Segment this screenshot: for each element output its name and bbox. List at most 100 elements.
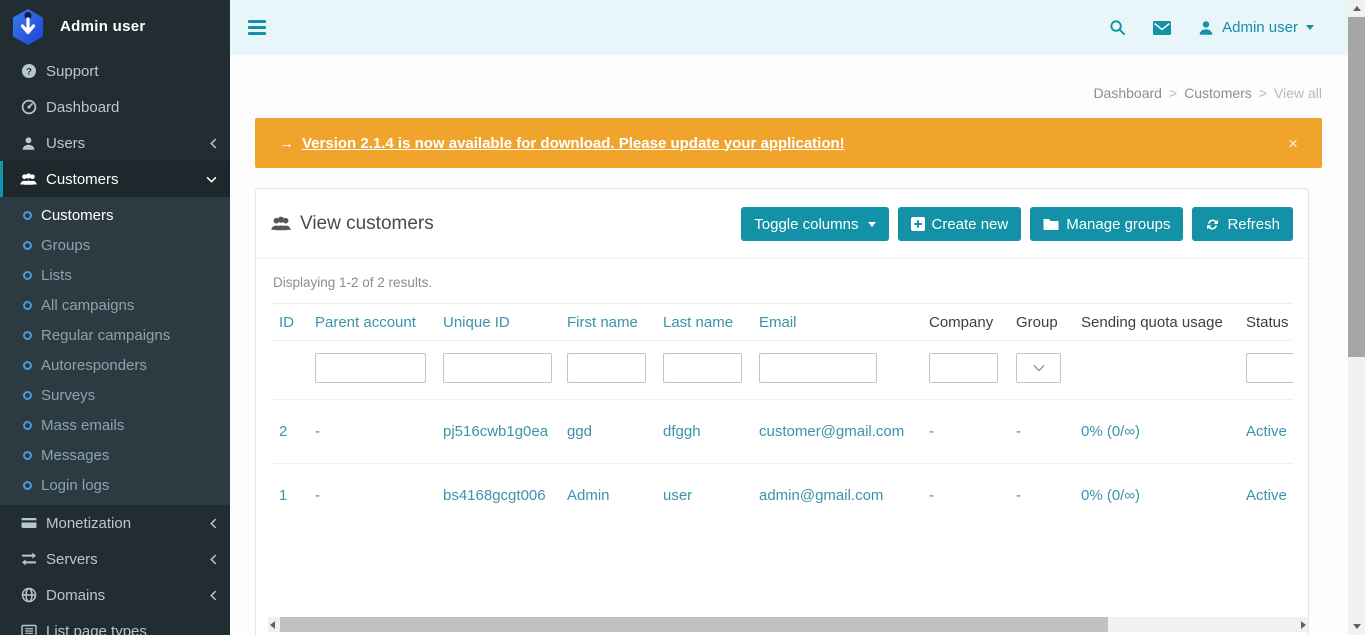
- page-title: View customers: [271, 213, 434, 235]
- customers-table: ID Parent account Unique ID First name L…: [271, 304, 1293, 527]
- circle-icon: [23, 361, 32, 370]
- horizontal-scrollbar-thumb[interactable]: [280, 617, 1108, 632]
- refresh-button[interactable]: Refresh: [1192, 207, 1293, 241]
- email-filter-input[interactable]: [759, 353, 877, 383]
- column-header-status: Status: [1238, 304, 1293, 341]
- panel-header: View customers Toggle columns Create new: [256, 189, 1308, 259]
- column-header-first-name[interactable]: First name: [559, 304, 655, 341]
- cell-last-name[interactable]: user: [655, 464, 751, 528]
- sidebar-subitem-login-logs[interactable]: Login logs: [0, 470, 230, 500]
- chevron-down-icon: [1033, 364, 1045, 372]
- cell-status[interactable]: Active: [1238, 400, 1293, 464]
- sidebar-item-list-page-types[interactable]: List page types: [0, 613, 230, 635]
- status-filter-input[interactable]: [1246, 353, 1293, 383]
- cell-company: -: [921, 400, 1008, 464]
- sidebar-item-servers[interactable]: Servers: [0, 541, 230, 577]
- messages-envelope-icon[interactable]: [1153, 21, 1171, 35]
- circle-icon: [23, 391, 32, 400]
- company-filter-input[interactable]: [929, 353, 998, 383]
- scroll-up-arrow-icon[interactable]: [1353, 6, 1361, 11]
- cell-unique-id[interactable]: bs4168gcgt006: [435, 464, 559, 528]
- panel-toolbar: Toggle columns Create new Manage groups: [741, 207, 1293, 241]
- users-group-icon: [271, 215, 291, 233]
- scroll-right-arrow-icon[interactable]: [1301, 621, 1306, 629]
- first-name-filter-input[interactable]: [567, 353, 646, 383]
- vertical-scrollbar[interactable]: [1348, 0, 1365, 635]
- sidebar-subitem-mass-emails[interactable]: Mass emails: [0, 410, 230, 440]
- breadcrumb-dashboard[interactable]: Dashboard: [1093, 85, 1162, 101]
- column-header-email[interactable]: Email: [751, 304, 921, 341]
- cell-first-name[interactable]: ggd: [559, 400, 655, 464]
- scroll-left-arrow-icon[interactable]: [270, 621, 275, 629]
- chevron-left-icon: [210, 590, 217, 601]
- chevron-left-icon: [210, 554, 217, 565]
- sidebar-item-users[interactable]: Users: [0, 125, 230, 161]
- last-name-filter-input[interactable]: [663, 353, 742, 383]
- column-header-id[interactable]: ID: [271, 304, 307, 341]
- cell-status[interactable]: Active: [1238, 464, 1293, 528]
- unique-id-filter-input[interactable]: [443, 353, 552, 383]
- update-alert-link[interactable]: Version 2.1.4 is now available for downl…: [302, 135, 845, 152]
- cell-unique-id[interactable]: pj516cwb1g0ea: [435, 400, 559, 464]
- main-content: Dashboard > Customers > View all → Versi…: [230, 55, 1348, 635]
- panel-body: Displaying 1-2 of 2 results. ID Parent a…: [256, 275, 1308, 527]
- cell-id[interactable]: 2: [271, 400, 307, 464]
- group-filter-select[interactable]: [1016, 353, 1061, 383]
- horizontal-scrollbar[interactable]: [268, 617, 1308, 632]
- manage-groups-button[interactable]: Manage groups: [1030, 207, 1183, 241]
- sidebar-subitem-customers[interactable]: Customers: [0, 200, 230, 230]
- caret-down-icon: [1306, 25, 1314, 30]
- vertical-scrollbar-thumb[interactable]: [1348, 17, 1365, 357]
- sidebar-item-domains[interactable]: Domains: [0, 577, 230, 613]
- parent-account-filter-input[interactable]: [315, 353, 426, 383]
- circle-icon: [23, 211, 32, 220]
- brand-title: Admin user: [60, 18, 146, 35]
- sidebar-subitem-regular-campaigns[interactable]: Regular campaigns: [0, 320, 230, 350]
- cell-company: -: [921, 464, 1008, 528]
- sidebar-item-dashboard[interactable]: Dashboard: [0, 89, 230, 125]
- sidebar-toggle-button[interactable]: [244, 13, 270, 42]
- create-new-button[interactable]: Create new: [898, 207, 1022, 241]
- sidebar-item-support[interactable]: ? Support: [0, 53, 230, 89]
- cell-sending-quota-usage: 0% (0/∞): [1073, 464, 1238, 528]
- update-alert-banner: → Version 2.1.4 is now available for dow…: [255, 118, 1322, 168]
- column-header-parent-account[interactable]: Parent account: [307, 304, 435, 341]
- sidebar-subitem-messages[interactable]: Messages: [0, 440, 230, 470]
- column-header-last-name[interactable]: Last name: [655, 304, 751, 341]
- sidebar-subitem-all-campaigns[interactable]: All campaigns: [0, 290, 230, 320]
- cell-email[interactable]: admin@gmail.com: [751, 464, 921, 528]
- sidebar-item-customers[interactable]: Customers: [0, 161, 230, 197]
- sidebar: Admin user ? Support Dashboard Users: [0, 0, 230, 635]
- dashboard-icon: [20, 99, 37, 116]
- sidebar-subitem-groups[interactable]: Groups: [0, 230, 230, 260]
- cell-last-name[interactable]: dfggh: [655, 400, 751, 464]
- globe-icon: [20, 587, 37, 604]
- breadcrumb-customers[interactable]: Customers: [1184, 85, 1252, 101]
- breadcrumb-separator: >: [1259, 85, 1267, 101]
- sidebar-item-label: Support: [46, 63, 99, 80]
- sidebar-subitem-autoresponders[interactable]: Autoresponders: [0, 350, 230, 380]
- chevron-down-icon: [206, 176, 217, 183]
- sidebar-subitem-label: Messages: [41, 447, 109, 464]
- table-header-row: ID Parent account Unique ID First name L…: [271, 304, 1293, 341]
- sidebar-subitem-label: Customers: [41, 207, 114, 224]
- topbar-right: Admin user: [1109, 19, 1348, 36]
- sidebar-subitem-lists[interactable]: Lists: [0, 260, 230, 290]
- sidebar-subitem-surveys[interactable]: Surveys: [0, 380, 230, 410]
- svg-text:?: ?: [26, 66, 32, 77]
- search-icon[interactable]: [1109, 19, 1126, 36]
- customers-submenu: Customers Groups Lists All campaigns Reg…: [0, 197, 230, 505]
- brand[interactable]: Admin user: [0, 0, 230, 53]
- scroll-down-arrow-icon[interactable]: [1353, 624, 1361, 629]
- sidebar-item-monetization[interactable]: Monetization: [0, 505, 230, 541]
- customers-table-container: ID Parent account Unique ID First name L…: [271, 303, 1293, 527]
- user-menu[interactable]: Admin user: [1198, 19, 1314, 36]
- sidebar-subitem-label: Lists: [41, 267, 72, 284]
- column-header-unique-id[interactable]: Unique ID: [435, 304, 559, 341]
- cell-first-name[interactable]: Admin: [559, 464, 655, 528]
- cell-id[interactable]: 1: [271, 464, 307, 528]
- close-icon[interactable]: ×: [1288, 135, 1298, 152]
- cell-email[interactable]: customer@gmail.com: [751, 400, 921, 464]
- breadcrumb-current: View all: [1274, 85, 1322, 101]
- toggle-columns-button[interactable]: Toggle columns: [741, 207, 888, 241]
